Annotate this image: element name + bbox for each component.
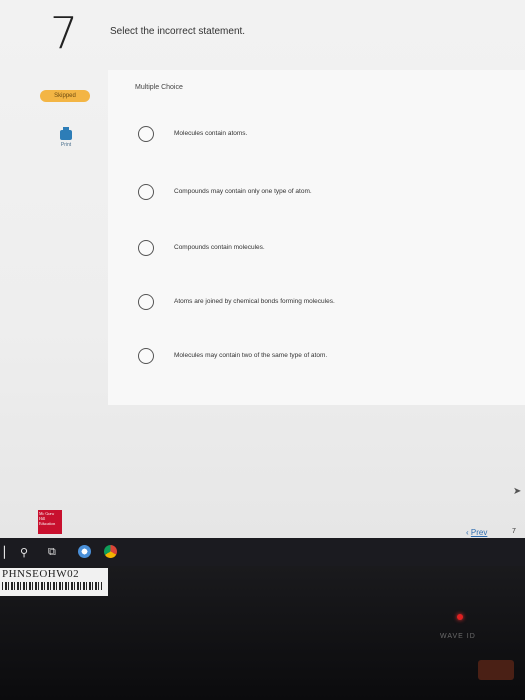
barcode — [2, 582, 102, 590]
radio-button[interactable] — [138, 294, 154, 310]
windows-icon[interactable]: ▏ — [4, 546, 12, 559]
device-logo — [478, 660, 514, 680]
question-type-label: Multiple Choice — [135, 84, 183, 91]
taskbar: ▏ ⚲ ⧉ — [0, 538, 525, 566]
answer-option-text: Compounds contain molecules. — [174, 244, 265, 251]
prev-label: Prev — [470, 528, 488, 537]
radio-button[interactable] — [138, 240, 154, 256]
quiz-screen: 7 Select the incorrect statement. Skippe… — [0, 0, 525, 540]
radio-button[interactable] — [138, 126, 154, 142]
asset-code: PHNSEOHW02 — [2, 568, 80, 580]
device-label: WAVE ID — [440, 633, 476, 640]
status-badge: Skipped — [40, 90, 90, 102]
radio-button[interactable] — [138, 184, 154, 200]
prev-button[interactable]: ‹ Prev — [466, 528, 487, 537]
chrome-icon[interactable] — [78, 545, 91, 558]
question-prompt: Select the incorrect statement. — [110, 26, 246, 37]
print-button[interactable]: Print — [54, 127, 78, 148]
question-number: 7 — [50, 8, 78, 59]
power-indicator-light — [457, 614, 463, 620]
radio-button[interactable] — [138, 348, 154, 364]
task-view-icon[interactable]: ⧉ — [48, 546, 56, 559]
answer-option-text: Molecules may contain two of the same ty… — [174, 352, 328, 359]
answer-option-text: Atoms are joined by chemical bonds formi… — [174, 298, 335, 305]
search-icon[interactable]: ⚲ — [20, 546, 28, 559]
page-number: 7 — [512, 528, 516, 535]
asset-sticker: PHNSEOHW02 — [0, 568, 108, 596]
print-label: Print — [60, 142, 72, 148]
printer-icon — [60, 127, 72, 140]
answer-option-text: Compounds may contain only one type of a… — [174, 188, 312, 195]
browser-icon[interactable] — [104, 545, 117, 558]
mouse-cursor-icon: ➤ — [513, 486, 522, 497]
mcgraw-hill-logo: Mc Graw Hill Education — [38, 510, 62, 534]
answer-option-text: Molecules contain atoms. — [174, 130, 248, 137]
chevron-left-icon: ‹ — [466, 528, 469, 537]
